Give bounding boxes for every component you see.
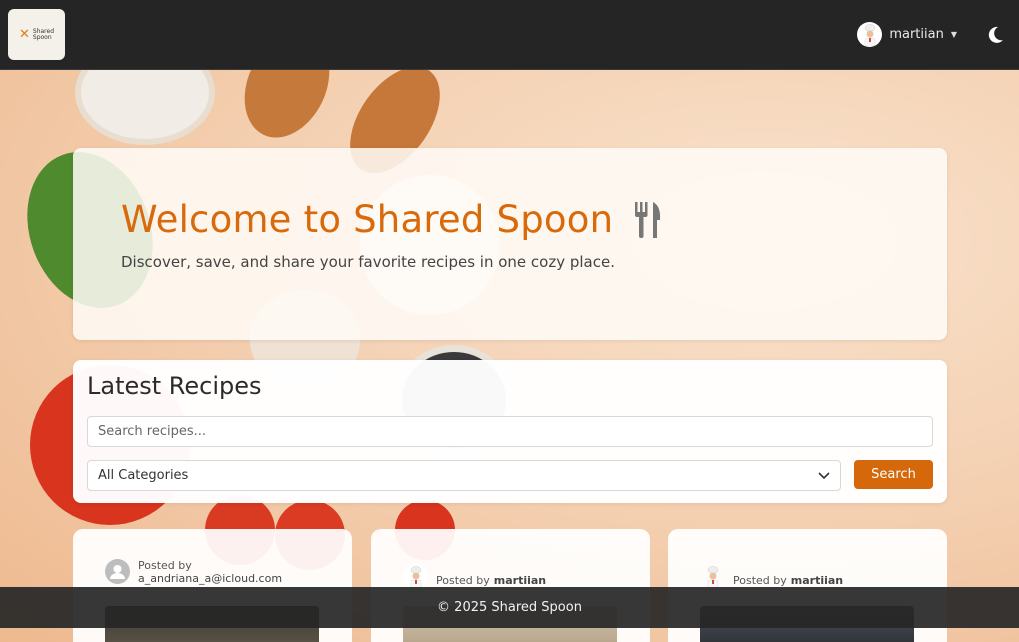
recipe-card-author: Posted by martiian (700, 559, 915, 589)
chef-avatar-icon (700, 564, 725, 589)
footer-copyright: © 2025 Shared Spoon (437, 600, 582, 615)
salt-bowl (75, 70, 215, 145)
recipe-author: martiian (790, 574, 844, 587)
posted-by-label: Posted by (138, 559, 192, 572)
search-button[interactable]: Search (854, 460, 933, 489)
logo-text-line2: Spoon (32, 33, 52, 41)
wooden-spoon (228, 70, 346, 152)
hero-title: Welcome to Shared Spoon (121, 198, 899, 241)
recipe-author: a_andriana_a@icloud.com (138, 572, 283, 585)
username: martiian (889, 27, 944, 42)
category-select[interactable]: All Categories (87, 460, 841, 491)
chef-avatar-icon (857, 22, 883, 47)
theme-toggle-button[interactable] (985, 25, 1005, 45)
moon-icon (988, 26, 1003, 43)
footer: © 2025 Shared Spoon (0, 587, 1019, 628)
user-menu-toggle[interactable]: martiian ▼ (857, 22, 957, 47)
hero-banner: Welcome to Shared Spoon Discover, save, … (73, 148, 947, 340)
chevron-down-icon (818, 471, 830, 479)
navbar: ✕ Shared Spoon martiian ▼ (0, 0, 1019, 70)
latest-recipes-heading: Latest Recipes (87, 372, 262, 400)
default-user-icon (105, 559, 130, 584)
caret-down-icon: ▼ (950, 30, 957, 39)
filter-row: All Categories Search (87, 460, 933, 491)
chef-avatar-icon (403, 564, 428, 589)
latest-recipes-panel: Latest Recipes All Categories Search (73, 360, 947, 503)
recipe-author: martiian (493, 574, 547, 587)
hero-title-text: Welcome to Shared Spoon (121, 198, 614, 241)
crossed-utensils-icon: ✕ (18, 27, 30, 42)
posted-by-label: Posted by (436, 574, 490, 587)
brand-logo[interactable]: ✕ Shared Spoon (8, 9, 65, 60)
category-select-value: All Categories (98, 468, 189, 483)
navbar-right: martiian ▼ (857, 22, 1005, 47)
recipe-card-author: Posted by martiian (403, 559, 618, 589)
recipe-search-input[interactable] (87, 416, 933, 447)
hero-subtitle: Discover, save, and share your favorite … (121, 253, 615, 271)
fork-knife-icon (635, 201, 661, 238)
recipe-card-author: Posted by a_andriana_a@icloud.com (105, 559, 320, 585)
posted-by-label: Posted by (733, 574, 787, 587)
